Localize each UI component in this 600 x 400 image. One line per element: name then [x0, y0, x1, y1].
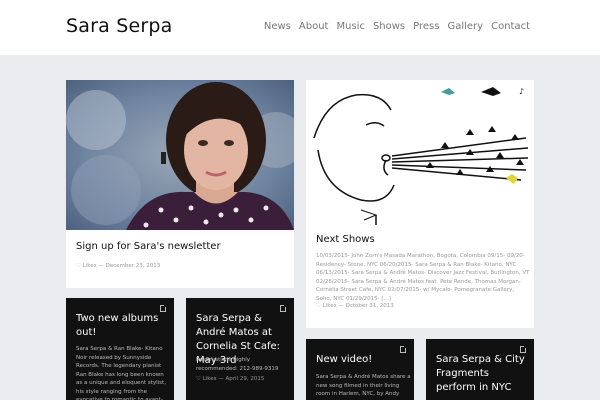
document-icon: [160, 305, 166, 312]
illustration[interactable]: ♪: [306, 80, 534, 225]
svg-text:♪: ♪: [519, 87, 524, 96]
post-meta: ♡ Likes — October 31, 2013: [316, 300, 416, 312]
post-title[interactable]: Sign up for Sara's newsletter: [76, 240, 286, 254]
nav-contact[interactable]: Contact: [491, 21, 530, 32]
heart-icon[interactable]: ♡: [76, 263, 81, 269]
post-date[interactable]: — April 29, 2015: [218, 376, 264, 382]
post-excerpt: Sara Serpa & André Matos share a new son…: [316, 374, 411, 400]
post-excerpt: 10/03/2015- John Zorn's Masada Marathon,…: [316, 253, 530, 302]
nav-news[interactable]: News: [264, 21, 291, 32]
site-header: Sara Serpa News About Music Shows Press …: [0, 0, 600, 55]
main-nav: News About Music Shows Press Gallery Con…: [264, 21, 530, 32]
illustration-art: ♪: [306, 80, 534, 225]
post-date[interactable]: — October 31, 2013: [338, 303, 394, 309]
post-date[interactable]: — December 23, 2013: [98, 263, 160, 269]
post-title[interactable]: Sara Serpa & City Fragments perform in N…: [436, 353, 532, 395]
portrait-photo-art: [66, 80, 294, 230]
nav-gallery[interactable]: Gallery: [447, 21, 483, 32]
portrait-photo[interactable]: [66, 80, 294, 230]
likes-label[interactable]: Likes: [323, 303, 337, 309]
heart-icon[interactable]: ♡: [316, 303, 321, 309]
nav-press[interactable]: Press: [413, 21, 439, 32]
post-excerpt: Sara Serpa & Ran Blake- Kitano Noir rele…: [76, 346, 166, 400]
post-card-next-shows[interactable]: ♪ Next Shows 10/03/2015- John Zorn's Mas…: [306, 80, 534, 328]
likes-label[interactable]: Likes: [83, 263, 97, 269]
document-icon: [400, 346, 406, 353]
post-card-cornelia[interactable]: Sara Serpa & André Matos at Cornelia St …: [186, 298, 294, 400]
post-card-city-fragments[interactable]: Sara Serpa & City Fragments perform in N…: [426, 339, 534, 400]
post-title[interactable]: Next Shows: [316, 233, 526, 247]
document-icon: [280, 305, 286, 312]
heart-icon[interactable]: ♡: [196, 376, 201, 382]
nav-music[interactable]: Music: [336, 21, 364, 32]
nav-about[interactable]: About: [299, 21, 329, 32]
post-card-new-video[interactable]: New video! Sara Serpa & André Matos shar…: [306, 339, 414, 400]
likes-label[interactable]: Likes: [203, 376, 217, 382]
site-title[interactable]: Sara Serpa: [66, 15, 172, 37]
post-card-newsletter[interactable]: Sign up for Sara's newsletter ♡ Likes — …: [66, 80, 294, 288]
nav-shows[interactable]: Shows: [373, 21, 405, 32]
post-meta: ♡ Likes — April 29, 2015: [196, 373, 276, 385]
post-meta: ♡ Likes — December 23, 2013: [76, 260, 176, 272]
post-title[interactable]: New video!: [316, 353, 408, 367]
document-icon: [520, 346, 526, 353]
post-card-two-albums[interactable]: Two new albums out! Sara Serpa & Ran Bla…: [66, 298, 174, 400]
post-title[interactable]: Two new albums out!: [76, 312, 168, 340]
post-excerpt: Reservations highly recommended: 212-989…: [196, 357, 279, 372]
